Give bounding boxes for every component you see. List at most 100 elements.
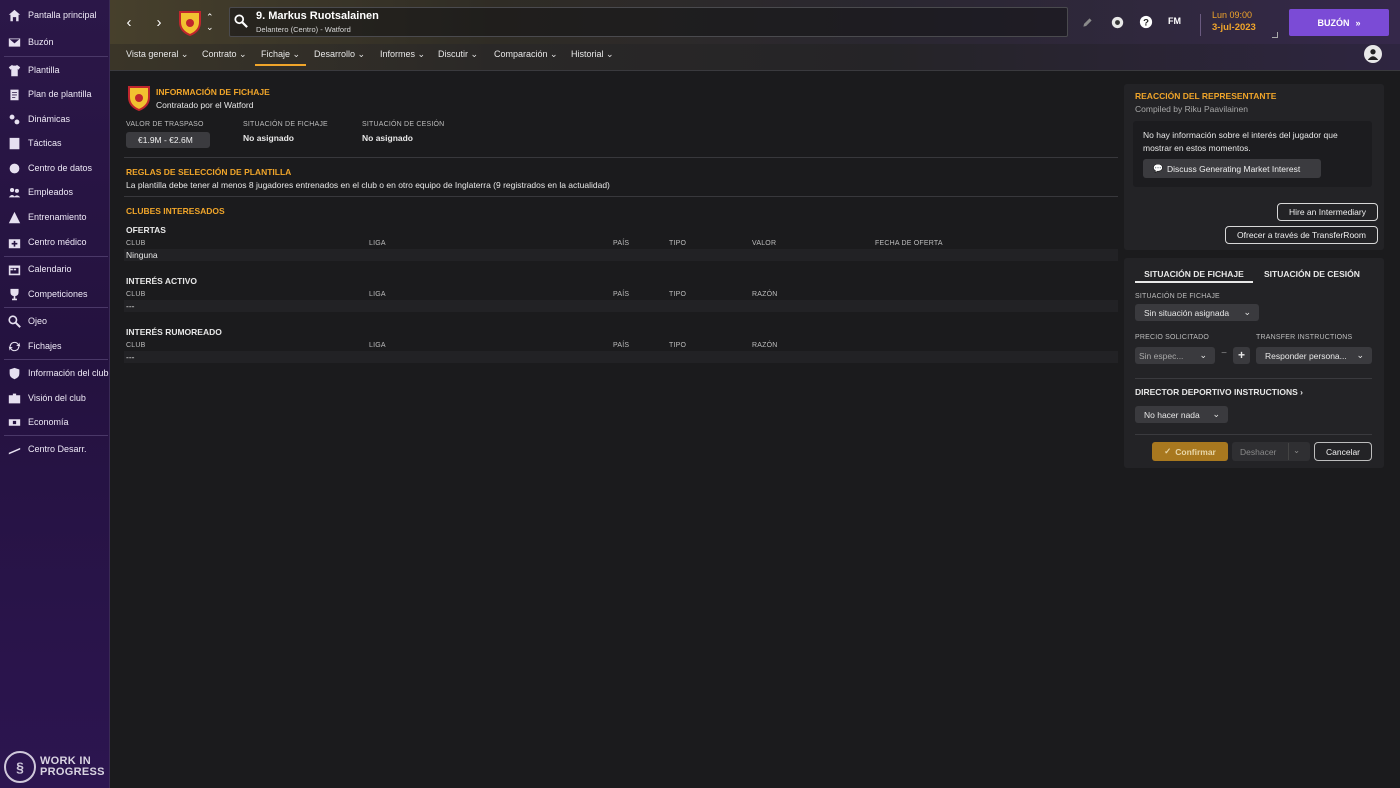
- col-fecha: FECHA DE OFERTA: [875, 240, 943, 247]
- col-razon: RAZÓN: [752, 342, 778, 349]
- checkmark-icon: ✓: [1164, 446, 1172, 456]
- staff-icon: [0, 186, 28, 199]
- col-club: CLUB: [126, 342, 146, 349]
- sidebar-item-dynamics[interactable]: Dinámicas: [0, 108, 110, 130]
- sidebar-item-label: Empleados: [28, 187, 74, 197]
- wip-line-2: PROGRESS: [40, 766, 105, 778]
- development-icon: [0, 443, 28, 456]
- sidebar-item-competitions[interactable]: Competiciones: [0, 283, 110, 305]
- transfer-status-value: Sin situación asignada: [1144, 307, 1230, 318]
- work-in-progress-logo: § WORK IN PROGRESS: [4, 750, 108, 784]
- avatar[interactable]: [1364, 45, 1382, 63]
- tab-transfer-status[interactable]: SITUACIÓN DE FICHAJE: [1135, 264, 1253, 283]
- transfer-status-dropdown[interactable]: Sin situación asignada ⌄: [1135, 304, 1259, 321]
- back-arrow-icon[interactable]: ‹: [120, 12, 138, 32]
- chevron-down-icon: ⌄: [1356, 350, 1364, 360]
- increase-price-button[interactable]: +: [1233, 347, 1250, 364]
- inbox-continue-button[interactable]: BUZÓN »: [1289, 9, 1389, 36]
- inbox-icon: [0, 36, 28, 49]
- forward-arrow-icon[interactable]: ›: [150, 12, 168, 32]
- sidebar-divider: [4, 56, 108, 57]
- director-instructions-value: No hacer nada: [1144, 409, 1200, 420]
- sidebar-item-staff[interactable]: Empleados: [0, 181, 110, 203]
- divider: [1135, 378, 1372, 379]
- sidebar-item-label: Centro de datos: [28, 163, 93, 173]
- sidebar-item-data-hub[interactable]: Centro de datos: [0, 157, 110, 179]
- fm-menu-button[interactable]: FM: [1168, 16, 1181, 26]
- sidebar-divider: [4, 435, 108, 436]
- wip-badge-icon: §: [4, 751, 36, 783]
- trophy-icon: [0, 288, 28, 301]
- col-liga: LIGA: [369, 342, 386, 349]
- sidebar-item-squad[interactable]: Plantilla: [0, 59, 110, 81]
- divider: [124, 157, 1118, 158]
- sidebar-item-tactics[interactable]: Tácticas: [0, 132, 110, 154]
- col-razon: RAZÓN: [752, 291, 778, 298]
- scouting-icon: [0, 314, 28, 328]
- sidebar-item-label: Pantalla principal: [28, 10, 97, 20]
- sidebar-item-calendar[interactable]: Calendario: [0, 258, 110, 280]
- asking-price-dropdown[interactable]: Sin espec... ⌄: [1135, 347, 1215, 364]
- player-name: 9. Markus Ruotsalainen: [256, 10, 379, 22]
- data-icon: [0, 162, 28, 175]
- decrease-price-button[interactable]: −: [1216, 348, 1232, 363]
- sidebar: Pantalla principal Buzón Plantilla Plan …: [0, 0, 110, 788]
- search-icon[interactable]: [234, 14, 248, 31]
- sidebar-item-label: Calendario: [28, 264, 72, 274]
- discuss-market-interest-button[interactable]: 💬 Discuss Generating Market Interest: [1143, 159, 1321, 178]
- sidebar-item-transfers[interactable]: Fichajes: [0, 335, 110, 357]
- col-pais: PAÍS: [613, 240, 630, 247]
- rep-title: REACCIÓN DEL REPRESENTANTE: [1135, 91, 1277, 101]
- undo-button[interactable]: Deshacer ⌄: [1232, 442, 1310, 461]
- sit-label: SITUACIÓN DE FICHAJE: [1135, 293, 1220, 300]
- sidebar-item-dev-centre[interactable]: Centro Desarr.: [0, 438, 110, 460]
- tab-discuss[interactable]: Discutir ⌄: [438, 49, 478, 66]
- help-icon[interactable]: ?: [1138, 14, 1154, 30]
- tab-transfer[interactable]: Fichaje ⌄: [255, 49, 307, 66]
- sidebar-item-squad-plan[interactable]: Plan de plantilla: [0, 83, 110, 105]
- transferroom-offer-button[interactable]: Ofrecer a través de TransferRoom: [1225, 226, 1378, 244]
- sidebar-item-finances[interactable]: Economía: [0, 411, 110, 433]
- director-instructions-dropdown[interactable]: No hacer nada ⌄: [1135, 406, 1228, 423]
- transfer-instructions-dropdown[interactable]: Responder persona... ⌄: [1256, 347, 1372, 364]
- sidebar-item-medical[interactable]: Centro médico: [0, 231, 110, 253]
- sidebar-item-scouting[interactable]: Ojeo: [0, 310, 110, 332]
- reglas-title: REGLAS DE SELECCIÓN DE PLANTILLA: [126, 167, 292, 177]
- rumoreado-value: ---: [126, 352, 135, 362]
- tab-development[interactable]: Desarrollo ⌄: [314, 49, 365, 66]
- sidebar-item-label: Entrenamiento: [28, 212, 87, 222]
- shirt-icon: [0, 64, 28, 77]
- tab-contract[interactable]: Contrato ⌄: [202, 49, 247, 66]
- sidebar-item-label: Información del club: [28, 368, 109, 378]
- world-news-icon[interactable]: [1109, 14, 1125, 30]
- date-box[interactable]: Lun 09:00 3-jul-2023: [1200, 10, 1272, 38]
- tab-reports[interactable]: Informes ⌄: [380, 49, 425, 66]
- sidebar-item-home[interactable]: Pantalla principal: [0, 4, 110, 26]
- valor-value[interactable]: €1.9M - €2.6M: [126, 132, 210, 148]
- divider: [124, 196, 1118, 197]
- chevron-down-icon: ⌄: [1243, 307, 1251, 317]
- chevron-down-icon: ⌄: [1199, 350, 1207, 360]
- tab-overview[interactable]: Vista general ⌄: [126, 49, 188, 66]
- training-icon: [0, 211, 28, 224]
- activo-value: ---: [126, 301, 135, 311]
- edit-pencil-icon[interactable]: [1079, 14, 1095, 30]
- tab-comparison[interactable]: Comparación ⌄: [494, 49, 558, 66]
- sidebar-item-club-info[interactable]: Información del club: [0, 362, 110, 384]
- sidebar-item-training[interactable]: Entrenamiento: [0, 206, 110, 228]
- tab-history[interactable]: Historial ⌄: [571, 49, 614, 66]
- sidebar-item-inbox[interactable]: Buzón: [0, 31, 110, 53]
- hire-intermediary-button[interactable]: Hire an Intermediary: [1277, 203, 1378, 221]
- director-instructions-link[interactable]: DIRECTOR DEPORTIVO INSTRUCTIONS ›: [1135, 387, 1303, 397]
- cancel-button[interactable]: Cancelar: [1314, 442, 1372, 461]
- sidebar-item-club-vision[interactable]: Visión del club: [0, 387, 110, 409]
- date-time: Lun 09:00: [1212, 10, 1253, 20]
- date-day: 3-jul-2023: [1212, 22, 1256, 33]
- club-crest-icon[interactable]: [178, 10, 202, 37]
- tab-loan-status[interactable]: SITUACIÓN DE CESIÓN: [1264, 269, 1360, 279]
- sidebar-item-label: Centro médico: [28, 237, 87, 247]
- confirm-button[interactable]: ✓ Confirmar: [1152, 442, 1228, 461]
- undo-label: Deshacer: [1240, 446, 1277, 457]
- table-row: [124, 300, 1118, 312]
- club-switch-chevrons-icon[interactable]: ⌃ ⌄: [206, 12, 214, 32]
